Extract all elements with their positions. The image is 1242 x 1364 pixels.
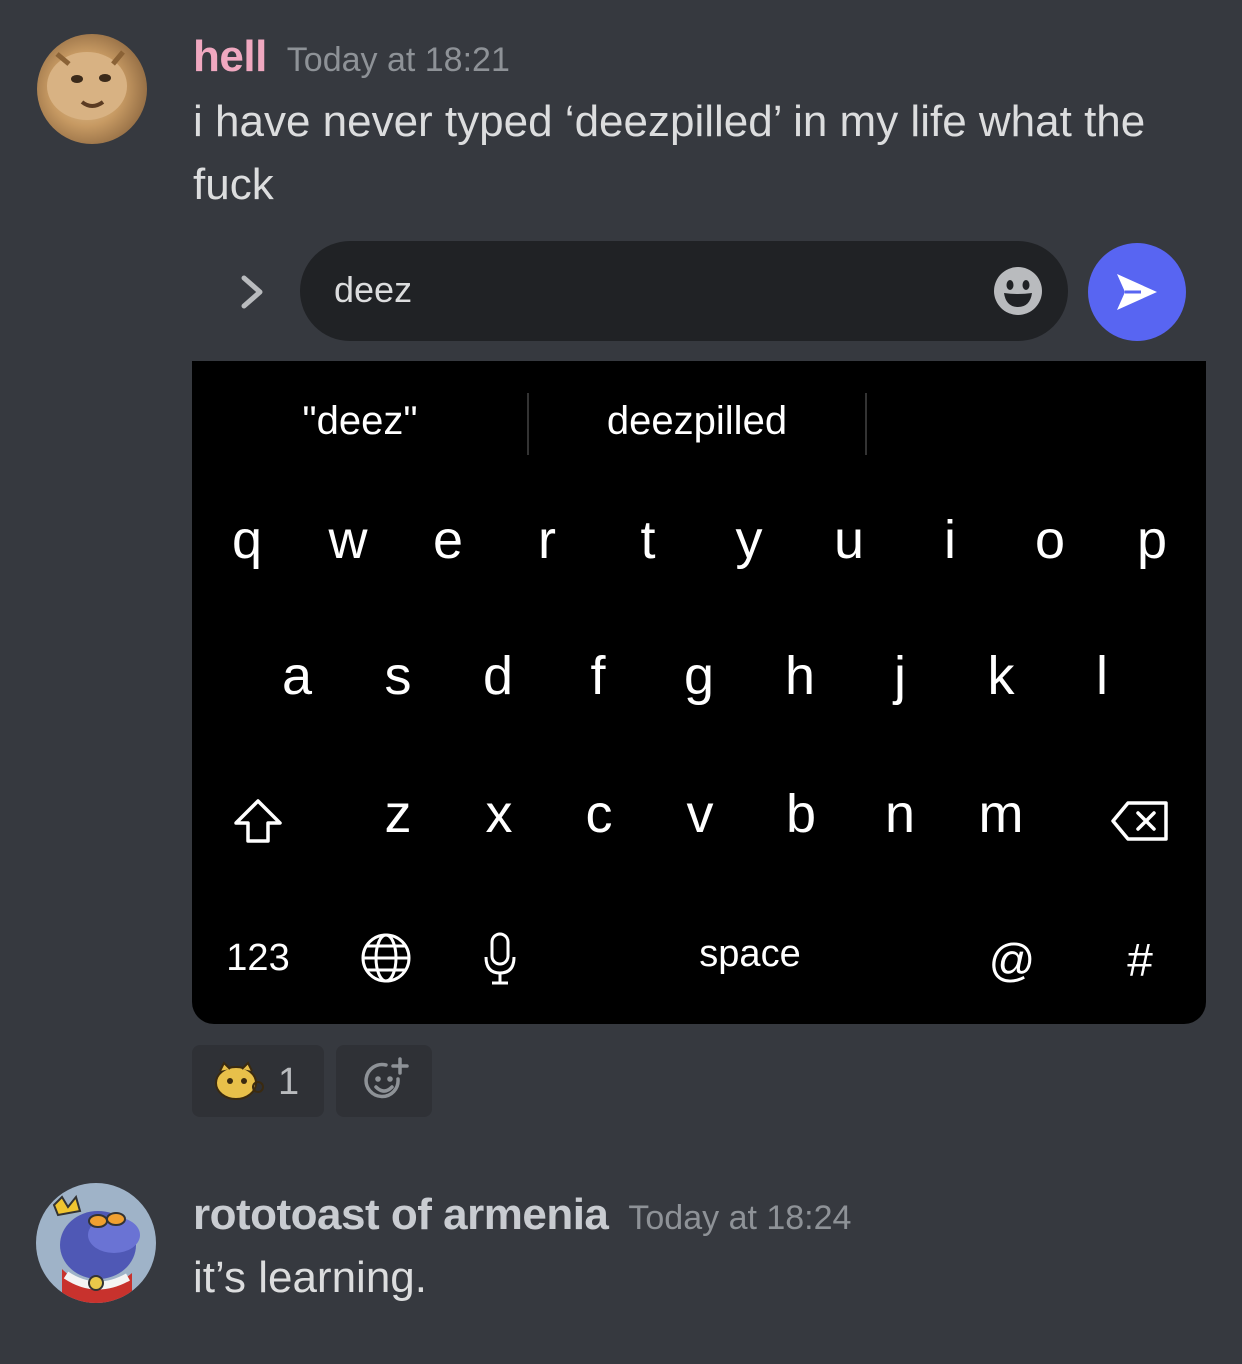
key-t[interactable]: t [608, 509, 688, 571]
send-arrow-icon [1117, 274, 1157, 310]
key-i[interactable]: i [910, 509, 990, 571]
key-u[interactable]: u [809, 509, 889, 571]
numbers-key[interactable]: 123 [218, 937, 298, 980]
avatar-hell[interactable] [37, 34, 147, 144]
key-w[interactable]: w [308, 509, 388, 571]
chevron-right-icon[interactable] [232, 272, 272, 312]
reaction-count: 1 [278, 1061, 300, 1103]
message-rototoast: rototoast of armenia Today at 18:24 it’s … [0, 1150, 1242, 1364]
add-reaction-button[interactable] [336, 1045, 432, 1117]
key-n[interactable]: n [860, 783, 940, 845]
message-hell: hell Today at 18:21 i have never typed ‘d… [0, 0, 1242, 230]
key-e[interactable]: e [408, 509, 488, 571]
cat-emoji-icon [215, 1061, 264, 1100]
key-s[interactable]: s [358, 645, 438, 707]
key-r[interactable]: r [507, 509, 587, 571]
shift-icon[interactable] [232, 797, 284, 845]
author-name[interactable]: rototoast of armenia [193, 1190, 609, 1239]
suggestion-divider [865, 393, 867, 455]
message-text: it’s learning. [193, 1253, 427, 1302]
key-v[interactable]: v [660, 783, 740, 845]
key-l[interactable]: l [1062, 645, 1142, 707]
key-h[interactable]: h [760, 645, 840, 707]
key-q[interactable]: q [207, 509, 287, 571]
author-name[interactable]: hell [193, 32, 267, 81]
key-b[interactable]: b [761, 783, 841, 845]
message-input[interactable]: deez [300, 241, 1068, 341]
message-input-value: deez [334, 269, 413, 310]
key-g[interactable]: g [659, 645, 739, 707]
suggestion-1[interactable]: "deez" [192, 399, 528, 444]
key-y[interactable]: y [709, 509, 789, 571]
key-a[interactable]: a [257, 645, 337, 707]
backspace-icon[interactable] [1110, 799, 1170, 843]
key-k[interactable]: k [961, 645, 1041, 707]
avatar-rototoast[interactable] [36, 1183, 156, 1303]
key-d[interactable]: d [458, 645, 538, 707]
key-z[interactable]: z [358, 783, 438, 845]
key-x[interactable]: x [459, 783, 539, 845]
at-key[interactable]: @ [972, 933, 1052, 987]
globe-icon[interactable] [360, 932, 412, 984]
send-button[interactable] [1088, 243, 1186, 341]
keyboard: "deez" deezpilled q w e r t y u i o p a … [192, 361, 1206, 1024]
reaction-cat[interactable]: 1 [192, 1045, 324, 1117]
add-reaction-icon [364, 1057, 409, 1099]
message-text: i have never typed ‘deezpilled’ in my li… [193, 97, 1146, 209]
key-f[interactable]: f [558, 645, 638, 707]
key-m[interactable]: m [961, 783, 1041, 845]
key-p[interactable]: p [1112, 509, 1192, 571]
microphone-icon[interactable] [482, 931, 518, 987]
key-c[interactable]: c [559, 783, 639, 845]
suggestion-2[interactable]: deezpilled [529, 399, 865, 444]
key-j[interactable]: j [860, 645, 940, 707]
space-key[interactable]: space [600, 933, 900, 976]
message-timestamp: Today at 18:21 [286, 41, 510, 79]
smiley-icon[interactable] [992, 265, 1044, 317]
key-o[interactable]: o [1010, 509, 1090, 571]
hash-key[interactable]: # [1100, 933, 1180, 987]
message-timestamp: Today at 18:24 [628, 1199, 852, 1237]
